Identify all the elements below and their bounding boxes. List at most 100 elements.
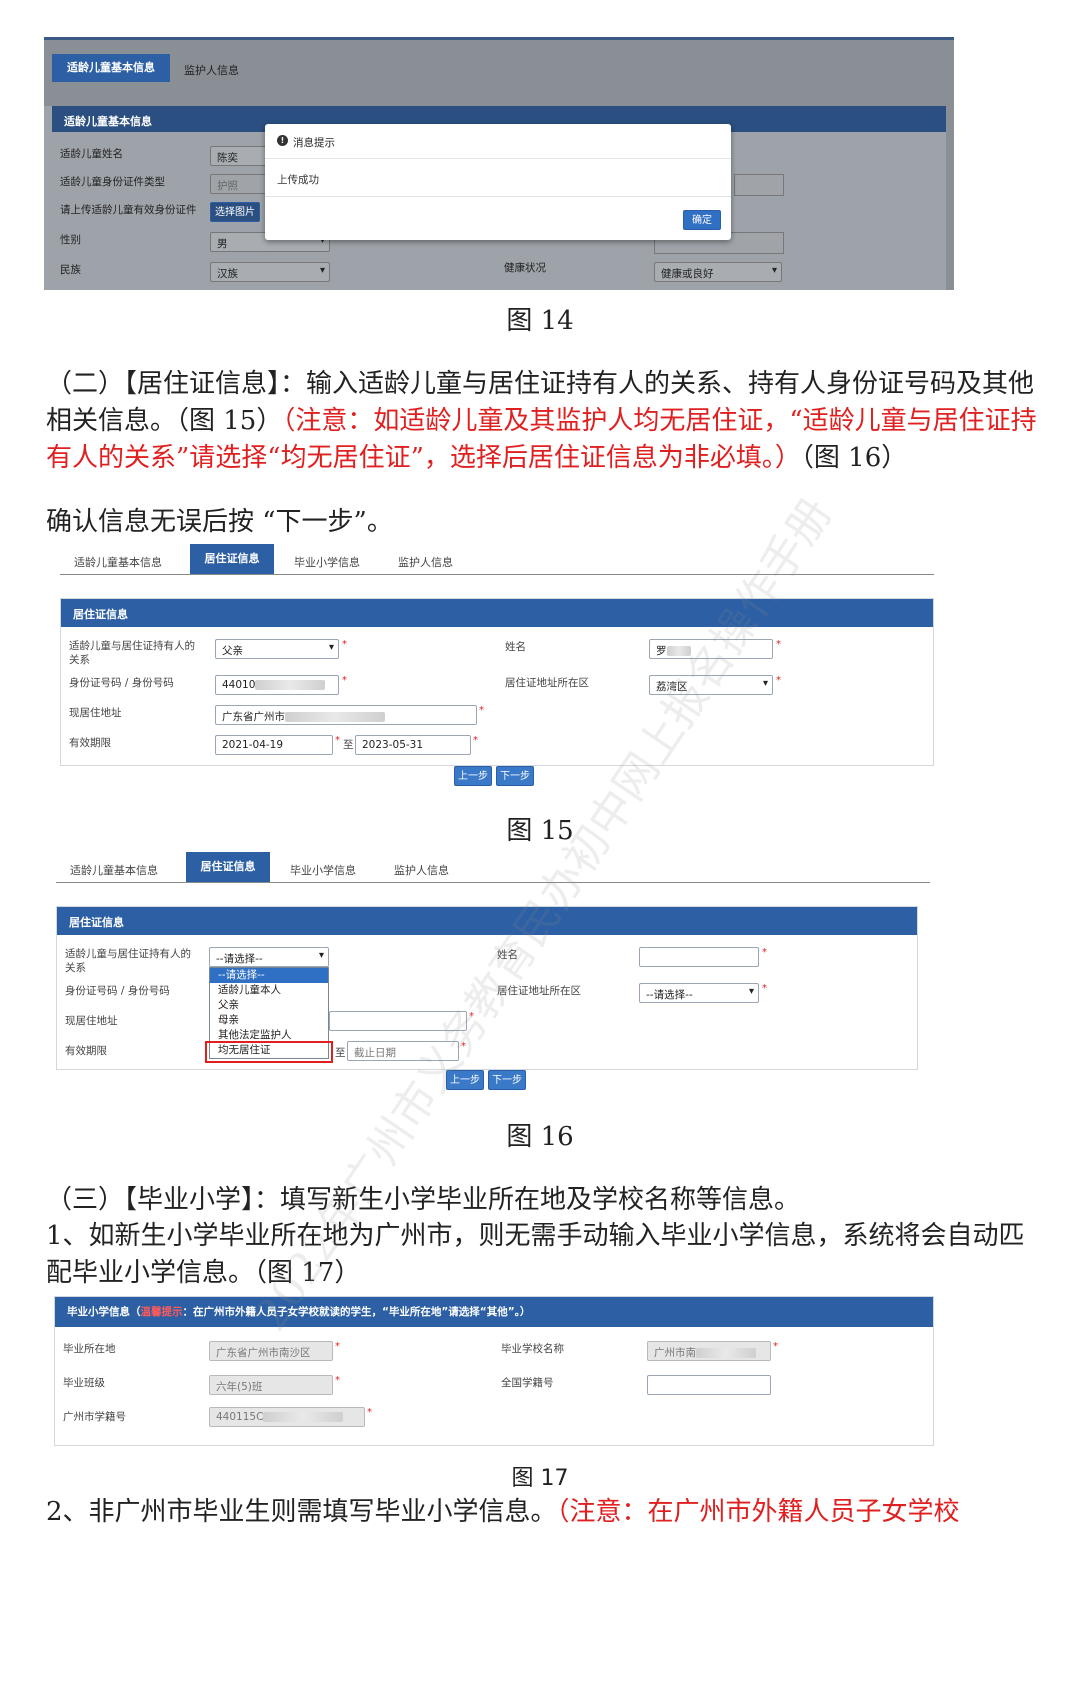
label-permit-district: 居住证地址所在区 [497,985,581,997]
valid-to-input[interactable]: 2023-05-31 [355,735,471,755]
section-title-bar: 居住证信息 [57,907,917,935]
tab-residence-permit[interactable]: 居住证信息 [190,544,274,574]
required-mark: * [367,1407,372,1418]
label-ethnic: 民族 [60,264,81,276]
label-id-type: 适龄儿童身份证件类型 [60,176,165,188]
form-panel: 居住证信息 适龄儿童与居住证持有人的关系 父亲 * 身份证号码 / 身份号码 4… [60,598,934,766]
city-student-number-input[interactable]: 440115C [209,1407,365,1427]
section2-tail: （图 16） [800,443,908,473]
required-mark: * [342,639,347,650]
dialog-confirm-button[interactable]: 确定 [683,210,721,230]
figure-14: 适龄儿童基本信息 监护人信息 适龄儿童基本信息 适龄儿童姓名 适龄儿童身份证件类… [44,37,954,290]
section3-paragraph: 1、如新生小学毕业所在地为广州市，则无需手动输入毕业小学信息，系统将会自动匹配毕… [46,1221,1025,1288]
address-input[interactable] [329,1011,467,1031]
caption-fig16: 图 16 [506,1122,574,1152]
valid-from-input[interactable]: 2021-04-19 [215,735,333,755]
figure-16: 适龄儿童基本信息 居住证信息 毕业小学信息 监护人信息 居住证信息 适龄儿童与居… [48,852,938,1102]
caption-fig15: 图 15 [506,816,574,846]
required-mark: * [773,1341,778,1352]
figure-15: 适龄儿童基本信息 居住证信息 毕业小学信息 监护人信息 居住证信息 适龄儿童与居… [52,544,942,806]
to-separator: 至 [335,1047,346,1059]
school-name-input[interactable]: 广州市南 [647,1341,771,1361]
label-school-name: 毕业学校名称 [501,1343,564,1355]
required-mark: * [342,675,347,686]
dialog-header: ! 消息提示 [265,124,731,159]
valid-to-input[interactable]: 截止日期 [347,1041,459,1061]
label-id-number: 身份证号码 / 身份号码 [69,677,174,689]
permit-district-select[interactable]: --请选择-- [639,983,759,1003]
label-address: 现居住地址 [65,1015,118,1027]
required-mark: * [335,1341,340,1352]
address-input[interactable]: 广东省广州市 [215,705,477,725]
required-mark: * [479,705,484,716]
info-icon: ! [277,135,288,146]
required-mark: * [461,1041,466,1052]
required-mark: * [776,675,781,686]
label-grad-class: 毕业班级 [63,1377,105,1389]
tab-underline [60,574,934,575]
grad-location-input[interactable]: 广东省广州市南沙区 [209,1341,333,1361]
message-dialog: ! 消息提示 上传成功 确定 [265,124,731,240]
section4-paragraph: 2、非广州市毕业生则需填写毕业小学信息。（注意：在广州市外籍人员子女学校 [46,1497,960,1527]
section-title-bar: 毕业小学信息（温馨提示：在广州市外籍人员子女学校就读的学生，“毕业所在地”请选择… [55,1297,933,1327]
required-mark: * [776,639,781,650]
tab-underline [56,882,930,883]
section-title-bar: 居住证信息 [61,599,933,627]
dialog-divider [265,196,731,197]
dropdown-option[interactable]: 母亲 [210,1013,328,1028]
health-select[interactable]: 健康或良好 [654,262,782,282]
next-step-button[interactable]: 下一步 [496,766,534,786]
tab-primary-school[interactable]: 毕业小学信息 [290,862,356,878]
caption-fig17: 图 17 [511,1466,569,1491]
section2-paragraph: （二）【居住证信息】：输入适龄儿童与居住证持有人的关系、持有人身份证号码及其他相… [46,366,1046,477]
tab-guardian-info[interactable]: 监护人信息 [394,862,449,878]
label-validity: 有效期限 [65,1045,107,1057]
dialog-message: 上传成功 [277,174,319,186]
tab-primary-school[interactable]: 毕业小学信息 [294,554,360,570]
tab-child-basic-info[interactable]: 适龄儿童基本信息 [74,554,162,570]
caption-fig14: 图 14 [506,306,574,336]
section3-heading: （三）【毕业小学】：填写新生小学毕业所在地及学校名称等信息。 [46,1185,801,1215]
next-step-button[interactable]: 下一步 [488,1070,526,1090]
ethnic-select[interactable]: 汉族 [210,262,330,282]
tab-guardian-info[interactable]: 监护人信息 [184,62,239,78]
id-number-input[interactable]: 44010 [215,675,339,695]
permit-district-select[interactable]: 荔湾区 [649,675,773,695]
prev-step-button[interactable]: 上一步 [454,766,492,786]
dropdown-option[interactable]: 适龄儿童本人 [210,983,328,998]
required-mark: * [335,1375,340,1386]
relation-select[interactable]: --请选择-- [209,947,329,967]
label-gender: 性别 [60,234,81,246]
required-mark: * [335,735,340,746]
tab-child-basic-info[interactable]: 适龄儿童基本信息 [52,54,170,82]
section2-confirm-text: 确认信息无误后按 “下一步”。 [46,507,393,537]
grad-class-input[interactable]: 六年(5)班 [209,1375,333,1395]
highlight-box [205,1041,333,1063]
required-mark: * [762,947,767,958]
label-id-number: 身份证号码 / 身份号码 [65,985,170,997]
relation-select[interactable]: 父亲 [215,639,339,659]
label-permit-district: 居住证地址所在区 [505,677,589,689]
label-health: 健康状况 [504,262,546,274]
label-relation: 适龄儿童与居住证持有人的关系 [69,640,195,666]
required-mark: * [473,735,478,746]
prev-step-button[interactable]: 上一步 [446,1070,484,1090]
label-upload-id: 请上传适龄儿童有效身份证件 [60,204,197,216]
required-mark: * [469,1011,474,1022]
label-holder-name: 姓名 [497,949,518,961]
holder-name-input[interactable] [639,947,759,967]
label-relation: 适龄儿童与居住证持有人的关系 [65,948,191,974]
figure-17: 毕业小学信息（温馨提示：在广州市外籍人员子女学校就读的学生，“毕业所在地”请选择… [54,1296,934,1446]
required-mark: * [762,983,767,994]
choose-image-button[interactable]: 选择图片 [210,202,260,222]
holder-name-input[interactable]: 罗 [649,639,773,659]
tab-residence-permit[interactable]: 居住证信息 [186,852,270,882]
dropdown-option[interactable]: --请选择-- [210,968,328,983]
label-address: 现居住地址 [69,707,122,719]
label-holder-name: 姓名 [505,641,526,653]
tab-guardian-info[interactable]: 监护人信息 [398,554,453,570]
national-student-number-input[interactable] [647,1375,771,1395]
tab-child-basic-info[interactable]: 适龄儿童基本信息 [70,862,158,878]
dialog-title: 消息提示 [293,137,335,149]
dropdown-option[interactable]: 父亲 [210,998,328,1013]
